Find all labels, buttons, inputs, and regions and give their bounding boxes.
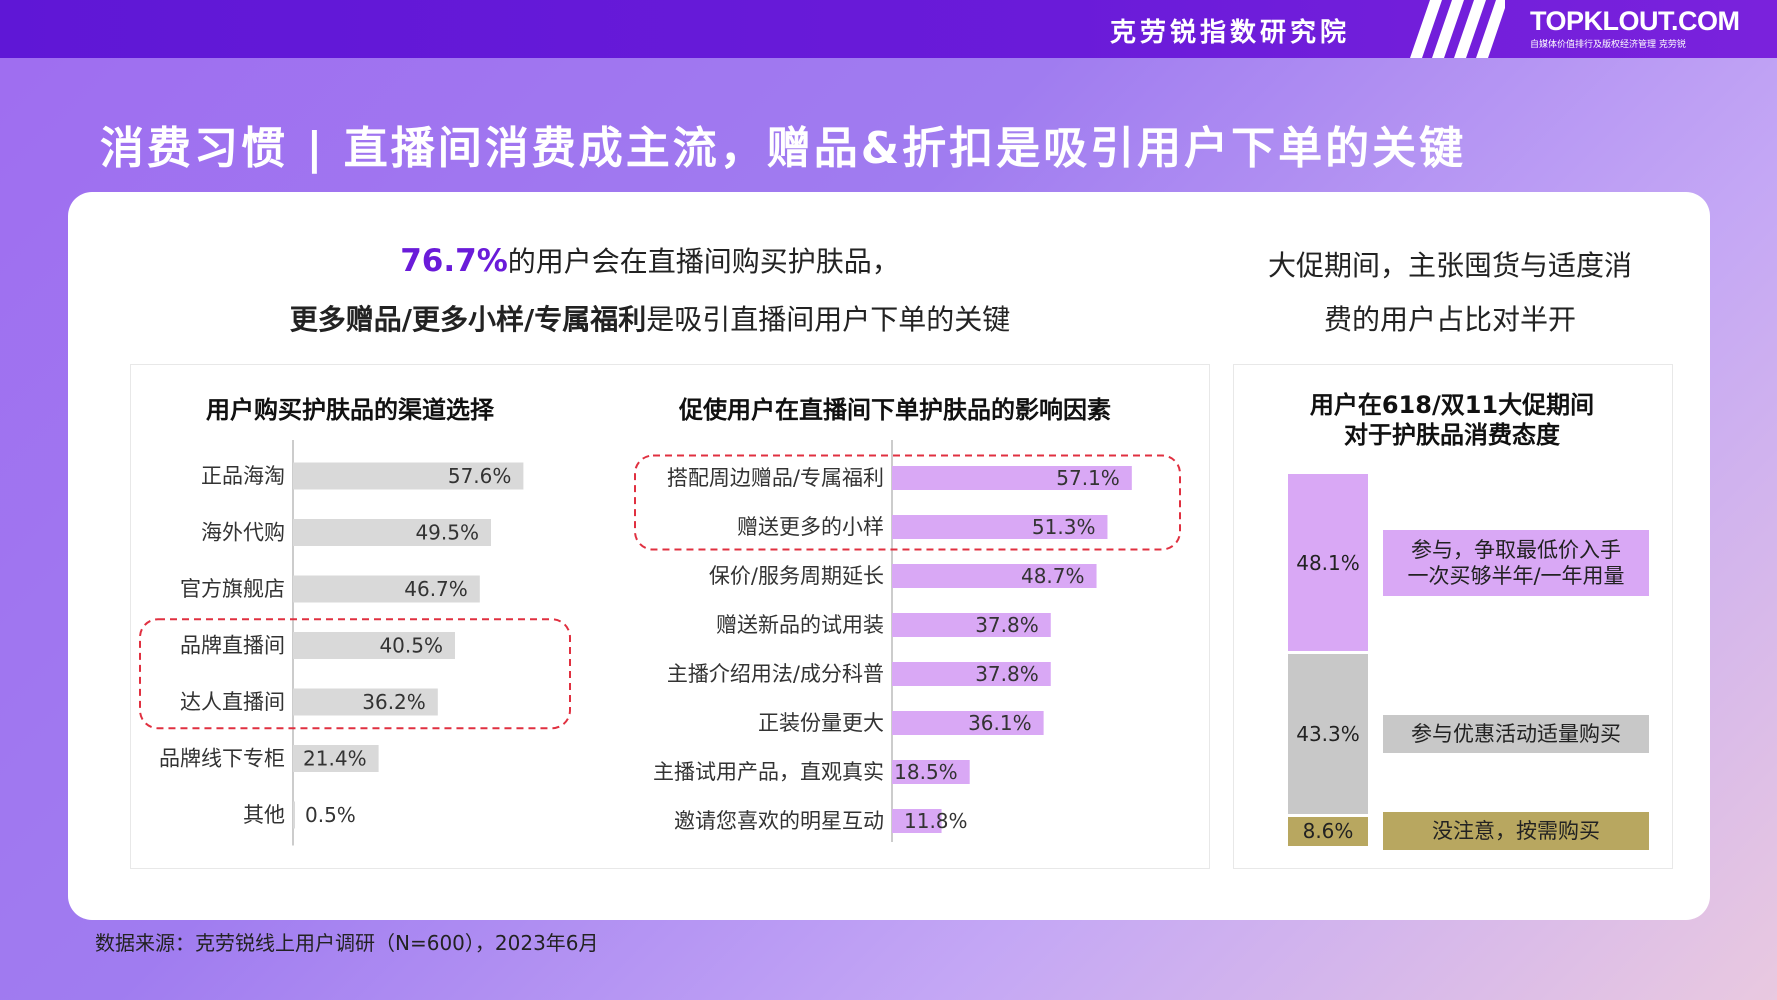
- category-label: 官方旗舰店: [180, 577, 285, 601]
- category-label: 达人直播间: [180, 690, 285, 714]
- category-label: 赠送新品的试用装: [716, 613, 884, 637]
- stacked-segment: 8.6%: [1288, 816, 1368, 846]
- bar: [293, 801, 295, 829]
- side-headline-line2: 费的用户占比对半开: [1323, 303, 1576, 336]
- stacked-segment: 48.1%: [1288, 474, 1368, 652]
- stacked-segment: 43.3%: [1288, 654, 1368, 814]
- segment-category-label: 没注意，按需购买: [1383, 812, 1649, 851]
- value-label: 57.1%: [1056, 466, 1120, 490]
- value-label: 0.5%: [305, 803, 356, 827]
- category-label: 赠送更多的小样: [737, 515, 884, 539]
- value-label: 11.8%: [904, 809, 968, 833]
- value-label: 48.7%: [1021, 564, 1085, 588]
- brand-tagline: 自媒体价值排行及版权经济管理 克劳锐: [1530, 40, 1686, 50]
- attitude-stacked-chart: 48.1% 参与，争取最低价入手 一次买够半年/一年用量 43.3% 参与优惠活动适量购…: [1233, 440, 1671, 860]
- category-label: 海外代购: [201, 521, 285, 545]
- attitude-title-line1: 用户在618/双11大促期间: [1309, 391, 1595, 419]
- header-bar: 克劳锐指数研究院 TOPKLOUT.COM 自媒体价值排行及版权经济管理 克劳锐: [0, 0, 1777, 58]
- category-label: 品牌直播间: [180, 634, 285, 658]
- headline-line2: 更多赠品/更多小样/专属福利是吸引直播间用户下单的关键: [180, 298, 1120, 338]
- segment-category-text: 参与优惠活动适量购买: [1411, 722, 1621, 747]
- factor-bar-chart: 搭配周边赠品/专属福利 57.1% 赠送更多的小样 51.3% 保价/服务周期延长 48.…: [634, 440, 1181, 842]
- segment-value-label: 43.3%: [1296, 722, 1360, 747]
- category-label: 保价/服务周期延长: [709, 564, 884, 588]
- channel-chart-title: 用户购买护肤品的渠道选择: [206, 396, 494, 424]
- segment-category-text: 一次买够半年/一年用量: [1407, 563, 1625, 588]
- factor-chart-title: 促使用户在直播间下单护肤品的影响因素: [679, 396, 1111, 424]
- segment-category-label: 参与，争取最低价入手 一次买够半年/一年用量: [1383, 529, 1649, 596]
- value-label: 37.8%: [975, 662, 1039, 686]
- value-label: 37.8%: [975, 613, 1039, 637]
- value-label: 21.4%: [303, 747, 367, 771]
- org-name: 克劳锐指数研究院: [1110, 18, 1351, 48]
- category-label: 品牌线下专柜: [159, 747, 285, 771]
- category-label: 正装份量更大: [758, 711, 884, 735]
- data-source: 数据来源：克劳锐线上用户调研（N=600），2023年6月: [95, 931, 599, 955]
- category-label: 其他: [243, 803, 285, 827]
- segment-value-label: 48.1%: [1296, 550, 1360, 575]
- value-label: 40.5%: [379, 634, 443, 658]
- value-label: 18.5%: [894, 760, 958, 784]
- category-label: 主播介绍用法/成分科普: [667, 662, 884, 686]
- channel-bar-chart: 正品海淘 57.6% 海外代购 49.5% 官方旗舰店 46.7% 品牌直播间 40.5% 达人…: [139, 440, 571, 846]
- stripes-logo-icon: [1410, 0, 1505, 58]
- value-label: 49.5%: [415, 521, 479, 545]
- value-label: 51.3%: [1032, 515, 1096, 539]
- value-label: 36.1%: [968, 711, 1032, 735]
- category-label: 邀请您喜欢的明星互动: [674, 809, 884, 833]
- headline-bold: 更多赠品/更多小样/专属福利: [289, 303, 647, 336]
- segment-value-label: 8.6%: [1302, 819, 1354, 844]
- segment-category-text: 参与，争取最低价入手: [1410, 537, 1621, 562]
- side-headline-line1: 大促期间，主张囤货与适度消: [1267, 249, 1632, 282]
- segment-category-text: 没注意，按需购买: [1432, 819, 1600, 844]
- headline-highlight: 76.7%: [400, 243, 508, 279]
- headline-line1: 76.7%的用户会在直播间购买护肤品，: [180, 240, 1120, 280]
- headline-line1-text: 的用户会在直播间购买护肤品，: [507, 245, 900, 278]
- brand-logo: TOPKLOUT.COM: [1530, 6, 1740, 36]
- value-label: 46.7%: [404, 577, 468, 601]
- category-label: 正品海淘: [201, 464, 285, 488]
- segment-category-label: 参与优惠活动适量购买: [1383, 715, 1649, 754]
- headline-line2-text: 是吸引直播间用户下单的关键: [646, 303, 1011, 336]
- category-label: 主播试用产品，直观真实: [653, 760, 884, 784]
- page-title: 消费习惯 | 直播间消费成主流，赠品&折扣是吸引用户下单的关键: [100, 123, 1467, 174]
- category-label: 搭配周边赠品/专属福利: [667, 466, 884, 490]
- value-label: 57.6%: [448, 464, 512, 488]
- value-label: 36.2%: [362, 690, 426, 714]
